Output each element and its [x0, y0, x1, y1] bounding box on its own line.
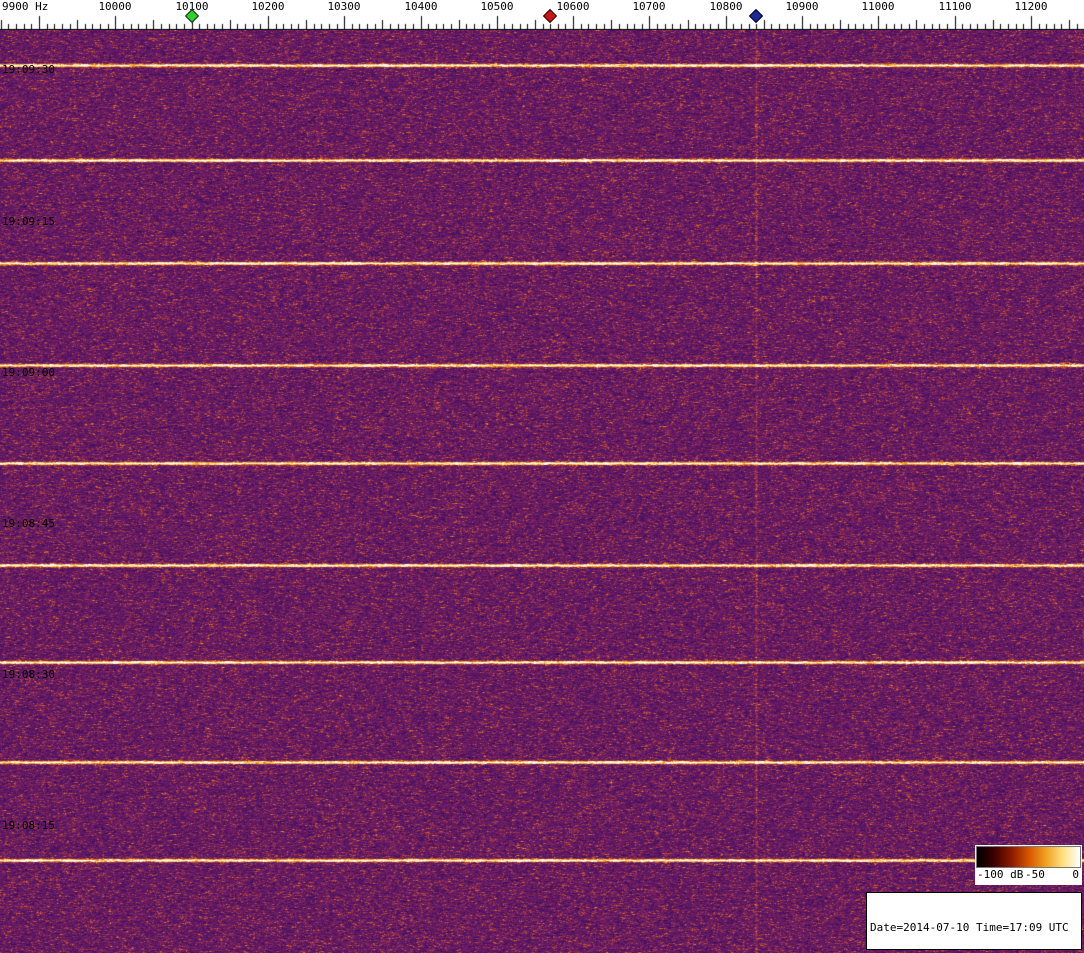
- info-date-time: Date=2014-07-10 Time=17:09 UTC: [870, 921, 1069, 934]
- freq-tick-label: 10400: [404, 0, 438, 13]
- freq-tick-label: 10900: [785, 0, 819, 13]
- colorbar-mid-label: -50: [1024, 868, 1045, 881]
- freq-tick-label: 10600: [556, 0, 590, 13]
- freq-tick-label: 10000: [98, 0, 132, 13]
- intensity-colorbar: -100 dB -50 0: [975, 845, 1082, 885]
- freq-tick-label: 10500: [480, 0, 514, 13]
- colorbar-min-label: -100 dB: [977, 868, 1024, 881]
- freq-tick-label: 10200: [251, 0, 285, 13]
- freq-tick-label: 10300: [327, 0, 361, 13]
- observation-info-box: Date=2014-07-10 Time=17:09 UTC Freq=143 …: [866, 892, 1082, 950]
- freq-tick-label: 11100: [938, 0, 972, 13]
- colorbar-labels: -100 dB -50 0: [975, 869, 1082, 883]
- colorbar-gradient: [976, 846, 1081, 868]
- frequency-ruler[interactable]: 9900 Hz 10000 10100 10200 10300 10400 10500 106…: [0, 0, 1084, 30]
- freq-tick-label: 9900 Hz: [2, 0, 49, 13]
- spectrogram-window: 9900 Hz 10000 10100 10200 10300 10400 10500 106…: [0, 0, 1084, 953]
- freq-tick-label: 11000: [861, 0, 895, 13]
- freq-tick-label: 10800: [709, 0, 743, 13]
- freq-tick-label: 11200: [1014, 0, 1048, 13]
- waterfall-spectrogram: [0, 30, 1084, 953]
- colorbar-max-label: 0: [1072, 868, 1079, 881]
- freq-tick-label: 10700: [632, 0, 666, 13]
